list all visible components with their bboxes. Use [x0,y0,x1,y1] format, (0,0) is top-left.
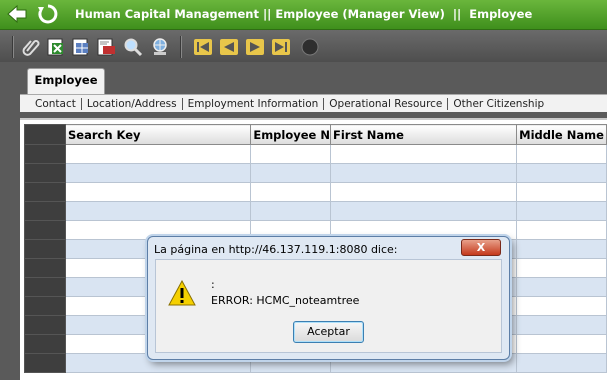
row-header[interactable] [24,315,66,335]
table-cell[interactable] [250,201,331,221]
column-header-middle-name[interactable]: Middle Name [516,124,607,145]
refresh-icon[interactable] [36,3,60,27]
row-header[interactable] [24,201,66,221]
table-cell[interactable] [250,144,331,164]
subtab-operational-resource[interactable]: Operational Resource [323,97,447,110]
table-row[interactable] [24,144,607,164]
table-row[interactable] [24,163,607,183]
table-cell[interactable] [329,182,518,202]
toolbar [0,30,607,62]
table-cell[interactable] [516,239,607,259]
row-header[interactable] [24,277,66,297]
table-cell[interactable] [64,163,252,183]
grid-export-icon[interactable] [71,37,91,57]
row-header[interactable] [24,163,66,183]
table-cell[interactable] [516,144,607,164]
table-cell[interactable] [516,334,607,354]
previous-record-icon[interactable] [219,37,239,57]
table-row[interactable] [24,182,607,202]
subtab-contact[interactable]: Contact [30,98,81,110]
warning-icon [168,279,196,306]
subtab-location-address[interactable]: Location/Address [80,97,182,110]
table-cell[interactable] [516,296,607,316]
paperclip-icon[interactable] [21,37,41,57]
table-cell[interactable] [64,201,252,221]
dialog-message-line2: ERROR: HCMC_noteamtree [211,294,360,307]
table-cell[interactable] [250,163,331,183]
column-header-first-name[interactable]: First Name [329,124,518,145]
excel-export-icon[interactable] [46,37,66,57]
subtab-employment-information[interactable]: Employment Information [181,97,324,110]
table-cell[interactable] [516,201,607,221]
tab-strip: Employee [0,62,607,94]
alert-dialog: La página en http://46.137.119.1:8080 di… [147,236,510,360]
row-header-corner [24,124,66,145]
globe-search-icon[interactable] [150,37,170,57]
column-header-search-key[interactable]: Search Key [64,124,252,145]
table-cell[interactable] [516,315,607,335]
dialog-body: : ERROR: HCMC_noteamtree Aceptar [155,259,502,353]
table-cell[interactable] [516,182,607,202]
row-header[interactable] [24,182,66,202]
page-title: Human Capital Management || Employee (Ma… [75,7,533,21]
ok-button[interactable]: Aceptar [293,321,364,343]
close-button[interactable]: X [461,239,501,256]
row-header[interactable] [24,296,66,316]
table-cell[interactable] [516,220,607,240]
row-header[interactable] [24,258,66,278]
table-cell[interactable] [516,353,607,373]
table-cell[interactable] [329,201,518,221]
row-header[interactable] [24,144,66,164]
column-header-employee-no[interactable]: Employee N [250,124,331,145]
arrow-left-icon[interactable] [5,3,29,27]
table-cell[interactable] [516,258,607,278]
toolbar-divider [180,36,182,58]
title-bar: Human Capital Management || Employee (Ma… [0,0,607,30]
table-cell[interactable] [329,144,518,164]
dialog-message-line1: : [211,278,215,291]
last-record-icon[interactable] [271,37,291,57]
first-record-icon[interactable] [193,37,213,57]
row-header[interactable] [24,353,66,373]
search-icon[interactable] [123,37,143,57]
next-record-icon[interactable] [245,37,265,57]
subtab-other-citizenship[interactable]: Other Citizenship [447,97,549,110]
status-indicator-icon [300,37,320,57]
dialog-caption: La página en http://46.137.119.1:8080 di… [154,243,398,256]
table-cell[interactable] [64,144,252,164]
subtab-bar: Contact Location/Address Employment Info… [20,94,607,112]
toolbar-divider [12,36,14,58]
table-cell[interactable] [516,277,607,297]
table-cell[interactable] [329,163,518,183]
row-header[interactable] [24,220,66,240]
pdf-export-icon[interactable] [96,37,116,57]
table-cell[interactable] [250,182,331,202]
table-cell[interactable] [516,163,607,183]
table-cell[interactable] [64,182,252,202]
table-row[interactable] [24,201,607,221]
tab-employee[interactable]: Employee [27,68,105,94]
row-header[interactable] [24,239,66,259]
row-header[interactable] [24,334,66,354]
